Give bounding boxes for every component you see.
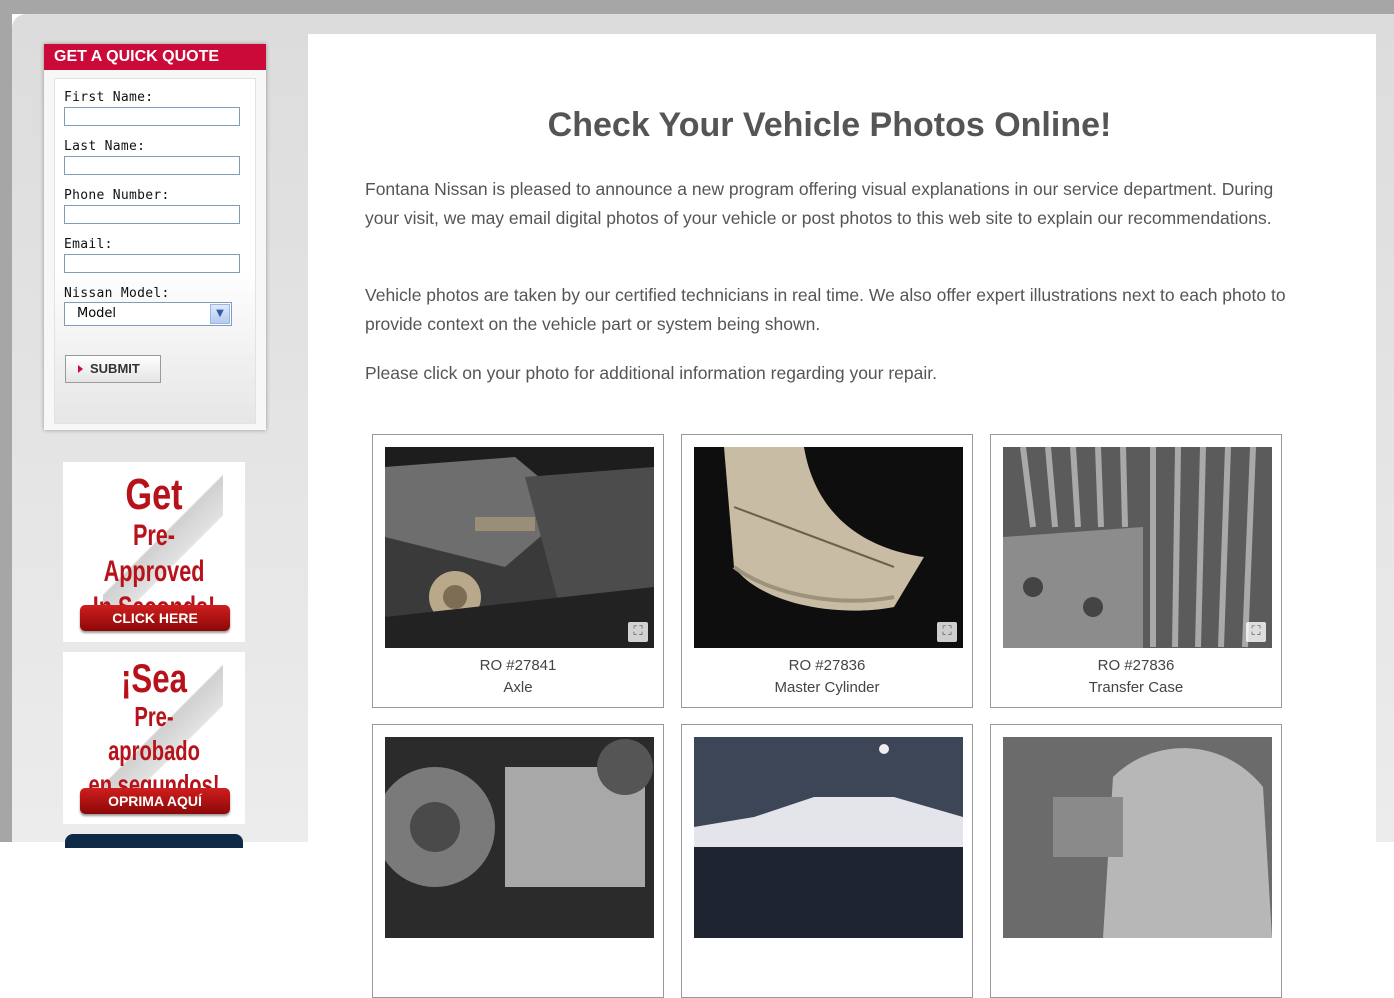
quick-quote-header: GET A QUICK QUOTE (44, 44, 266, 70)
email-input[interactable] (64, 254, 240, 273)
vehicle-photo[interactable] (694, 737, 963, 938)
vehicle-photo-master-cylinder[interactable]: ⛶ (694, 447, 963, 648)
window-top-border (0, 0, 1394, 14)
photo-card[interactable] (990, 724, 1282, 998)
photo-card[interactable]: ⛶ RO #27836 Master Cylinder (681, 434, 973, 708)
phone-number-input[interactable] (64, 205, 240, 224)
vehicle-photo[interactable] (385, 737, 654, 938)
last-name-input[interactable] (64, 156, 240, 175)
photo-card[interactable] (372, 724, 664, 998)
email-label: Email: (64, 237, 113, 252)
banner-subline: Pre-Approved (103, 519, 205, 588)
photo-card[interactable]: ⛶ RO #27841 Axle (372, 434, 664, 708)
photos-paragraph: Vehicle photos are taken by our certifie… (365, 285, 1286, 334)
main-content: Check Your Vehicle Photos Online! Fontan… (308, 34, 1376, 998)
page-title: Check Your Vehicle Photos Online! (547, 106, 1112, 144)
expand-icon[interactable]: ⛶ (937, 622, 957, 642)
expand-icon[interactable]: ⛶ (1246, 622, 1266, 642)
oprima-aqui-button[interactable]: OPRIMA AQUÍ (80, 788, 230, 814)
intro-paragraph: Fontana Nissan is pleased to announce a … (365, 179, 1274, 228)
banner-headline: ¡Sea (121, 657, 187, 701)
banner-headline: Get (125, 470, 183, 519)
nissan-model-label: Nissan Model: (64, 286, 170, 301)
part-name: Axle (503, 679, 533, 696)
window-left-border (0, 0, 12, 842)
nissan-model-selected-value: Model (77, 306, 117, 321)
phone-number-label: Phone Number: (64, 188, 170, 203)
first-name-input[interactable] (64, 107, 240, 126)
quick-quote-form: First Name: Last Name: Phone Number: Ema… (54, 78, 256, 424)
photo-card[interactable] (681, 724, 973, 998)
quick-quote-panel: GET A QUICK QUOTE First Name: Last Name:… (44, 44, 266, 430)
submit-button[interactable]: SUBMIT (65, 355, 161, 383)
submit-button-label: SUBMIT (90, 361, 140, 376)
instruction-paragraph: Please click on your photo for additiona… (365, 363, 937, 383)
vehicle-photo-axle[interactable]: ⛶ (385, 447, 654, 648)
last-name-label: Last Name: (64, 139, 146, 154)
chevron-down-icon[interactable]: ▼ (210, 304, 230, 324)
vehicle-photo-transfer-case[interactable]: ⛶ (1003, 447, 1272, 648)
vehicle-photo[interactable] (1003, 737, 1272, 938)
pre-aprobado-banner[interactable]: ¡Sea Pre-aprobado en segundos! OPRIMA AQ… (63, 652, 245, 824)
pre-approved-banner[interactable]: Get Pre-Approved In Seconds! CLICK HERE (63, 462, 245, 642)
nissan-model-select[interactable]: Model ▼ (64, 302, 232, 326)
repair-order-number: RO #27836 (1097, 657, 1175, 674)
arrow-right-icon (78, 365, 83, 373)
first-name-label: First Name: (64, 90, 154, 105)
click-here-button[interactable]: CLICK HERE (80, 605, 230, 631)
third-banner-partial[interactable] (65, 834, 243, 848)
expand-icon[interactable]: ⛶ (628, 622, 648, 642)
photo-card[interactable]: ⛶ RO #27836 Transfer Case (990, 434, 1282, 708)
part-name: Master Cylinder (774, 679, 880, 696)
banner-subline: Pre-aprobado (108, 701, 200, 766)
repair-order-number: RO #27836 (788, 657, 866, 674)
repair-order-number: RO #27841 (479, 657, 557, 674)
part-name: Transfer Case (1088, 679, 1184, 696)
